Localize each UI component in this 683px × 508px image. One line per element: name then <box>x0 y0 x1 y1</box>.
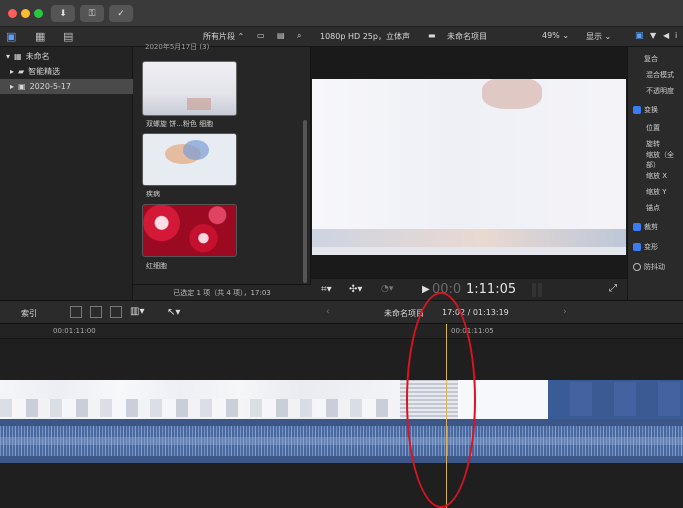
index-button[interactable]: 索引 <box>21 308 37 319</box>
main-toolbar: ▣ ▦ ▤ 所有片段 ⌃ ▭ ▤ ⌕ 1080p HD 25p，立体声 ▬ 未命… <box>0 27 683 47</box>
key-icon: ⚿ <box>88 8 96 19</box>
filmstrip-icon[interactable]: ▭ <box>257 31 265 40</box>
background-tasks-button[interactable]: ✓ <box>109 5 133 22</box>
clip-layout-icon[interactable] <box>90 306 102 318</box>
back-arrow-icon[interactable]: ‹ <box>326 307 330 317</box>
window-titlebar: ⬇ ⚿ ✓ <box>0 0 683 27</box>
clip-label: 疾病 <box>146 190 160 198</box>
ruler-time-left: 00:01:11:00 <box>53 327 96 335</box>
enhance-tool-icon[interactable]: ✣▾ <box>349 284 362 295</box>
library-item-label: 未命名 <box>25 52 50 61</box>
viewer-format-label: 1080p HD 25p，立体声 <box>320 32 410 41</box>
inspector-row[interactable]: 变换 <box>628 102 683 117</box>
inspector-info-icon[interactable]: i <box>675 31 677 40</box>
checkbox-icon[interactable] <box>633 105 641 114</box>
titles-icon[interactable]: ▤ <box>63 30 73 43</box>
select-tool-icon[interactable]: ↖▾ <box>167 307 180 318</box>
disclosure-triangle-icon[interactable]: ▸ <box>10 67 14 76</box>
minimize-window-button[interactable] <box>21 9 30 18</box>
import-button[interactable]: ⬇ <box>51 5 75 22</box>
crop-tool-icon[interactable]: ⌗▾ <box>321 284 332 295</box>
viewer-display-dropdown[interactable]: 显示 ⌄ <box>586 31 611 42</box>
library-item-smart-collections[interactable]: ▸ ▰ 智能精选 <box>0 64 133 79</box>
clip-thumbnail[interactable] <box>142 133 237 186</box>
library-item-label: 2020-5-17 <box>29 82 71 91</box>
inspector-filter-icon[interactable]: ▼ <box>650 31 656 40</box>
clip-thumbnail[interactable] <box>142 204 237 257</box>
library-sidebar: ▾ ▦ 未命名 ▸ ▰ 智能精选 ▸ ▣ 2020-5-17 <box>0 47 133 300</box>
inspector-row[interactable]: 缩放（全部） <box>628 151 683 169</box>
fullscreen-icon[interactable]: ⤢ <box>609 283 617 294</box>
stabilization-toggle[interactable] <box>633 262 641 271</box>
audio-track[interactable] <box>0 419 683 463</box>
photos-icon[interactable]: ▦ <box>35 30 45 43</box>
inspector-row[interactable]: 混合模式 <box>628 67 683 82</box>
checkbox-icon[interactable] <box>633 222 641 231</box>
project-icon: ▬ <box>428 31 436 40</box>
inspector-row[interactable]: 不透明度 <box>628 83 683 98</box>
timeline: 00:01:11:00 00:01:11:05 <box>0 292 683 508</box>
play-button[interactable]: ▶ <box>422 284 430 295</box>
timeline-toolbar: 索引 ▥▾ ↖▾ ‹ 未命名项目 17:02 / 01:13:19 › <box>0 300 683 324</box>
clip-label: 双螺旋 饼...粉色 细胞 <box>146 120 214 128</box>
inspector-row: 复合 <box>644 54 658 63</box>
inspector-row[interactable]: 防抖动 <box>628 259 683 274</box>
viewer-project-label: 未命名项目 <box>447 32 487 41</box>
viewer-zoom-dropdown[interactable]: 49% ⌄ <box>542 31 569 40</box>
inspector-row[interactable]: 缩放 Y <box>628 184 683 199</box>
close-window-button[interactable] <box>8 9 17 18</box>
viewer-controls: ⌗▾ ✣▾ ◔▾ ▶ 00:0 1:11:05 ⤢ <box>311 278 627 300</box>
browser-section-title: 2020年5月17日 (3) <box>145 43 210 51</box>
timeline-ruler[interactable]: 00:01:11:00 00:01:11:05 <box>0 324 683 339</box>
video-track[interactable] <box>0 380 683 419</box>
inspector-video-icon[interactable]: ▣ <box>635 31 644 41</box>
timecode-bright: 1:11:05 <box>466 282 517 297</box>
keywords-button[interactable]: ⚿ <box>80 5 104 22</box>
library-item-unnamed[interactable]: ▾ ▦ 未命名 <box>0 49 133 64</box>
inspector: 复合 混合模式 不透明度 变换 位置 旋转 缩放（全部） 缩放 X 缩放 Y 锚… <box>627 47 683 300</box>
browser-scrollbar[interactable] <box>303 120 307 283</box>
edit-mode-icon[interactable]: ▥▾ <box>130 306 144 317</box>
inspector-audio-icon[interactable]: ◀ <box>663 31 669 40</box>
viewer: ⌗▾ ✣▾ ◔▾ ▶ 00:0 1:11:05 ⤢ <box>311 47 627 300</box>
library-item-event[interactable]: ▸ ▣ 2020-5-17 <box>0 79 133 94</box>
red-circle-annotation <box>406 292 476 508</box>
viewer-frame <box>312 79 626 255</box>
inspector-row[interactable]: 缩放 X <box>628 168 683 183</box>
inspector-row[interactable]: 变形 <box>628 239 683 254</box>
browser-filter-dropdown[interactable]: 所有片段 ⌃ <box>203 31 244 42</box>
list-view-icon[interactable]: ▤ <box>277 31 285 40</box>
inspector-row[interactable]: 裁剪 <box>628 219 683 234</box>
library-icon[interactable]: ▣ <box>6 30 16 43</box>
clip-appearance-icon[interactable] <box>70 306 82 318</box>
checkbox-icon[interactable] <box>633 242 641 251</box>
event-icon: ▣ <box>18 82 26 91</box>
search-icon[interactable]: ⌕ <box>297 31 301 41</box>
folder-icon: ▰ <box>18 67 25 76</box>
browser-status: 已选定 1 项（共 4 项），17:03 <box>133 284 311 300</box>
check-circle-icon: ✓ <box>117 8 125 19</box>
audio-meter-icon <box>532 283 542 297</box>
clip-label: 红细胞 <box>146 262 167 270</box>
library-icon: ▦ <box>14 52 22 61</box>
speed-tool-icon[interactable]: ◔▾ <box>381 284 393 294</box>
forward-arrow-icon[interactable]: › <box>563 307 567 317</box>
clip-height-icon[interactable] <box>110 306 122 318</box>
inspector-row[interactable]: 位置 <box>628 120 683 135</box>
download-icon: ⬇ <box>59 8 67 19</box>
clip-thumbnail[interactable] <box>142 61 237 116</box>
disclosure-triangle-icon[interactable]: ▸ <box>10 82 14 91</box>
library-item-label: 智能精选 <box>28 67 61 76</box>
event-browser: 2020年5月17日 (3) 双螺旋 饼...粉色 细胞 疾病 红细胞 已选定 … <box>133 43 311 300</box>
disclosure-triangle-icon[interactable]: ▾ <box>6 52 10 61</box>
zoom-window-button[interactable] <box>34 9 43 18</box>
inspector-row[interactable]: 锚点 <box>628 200 683 215</box>
